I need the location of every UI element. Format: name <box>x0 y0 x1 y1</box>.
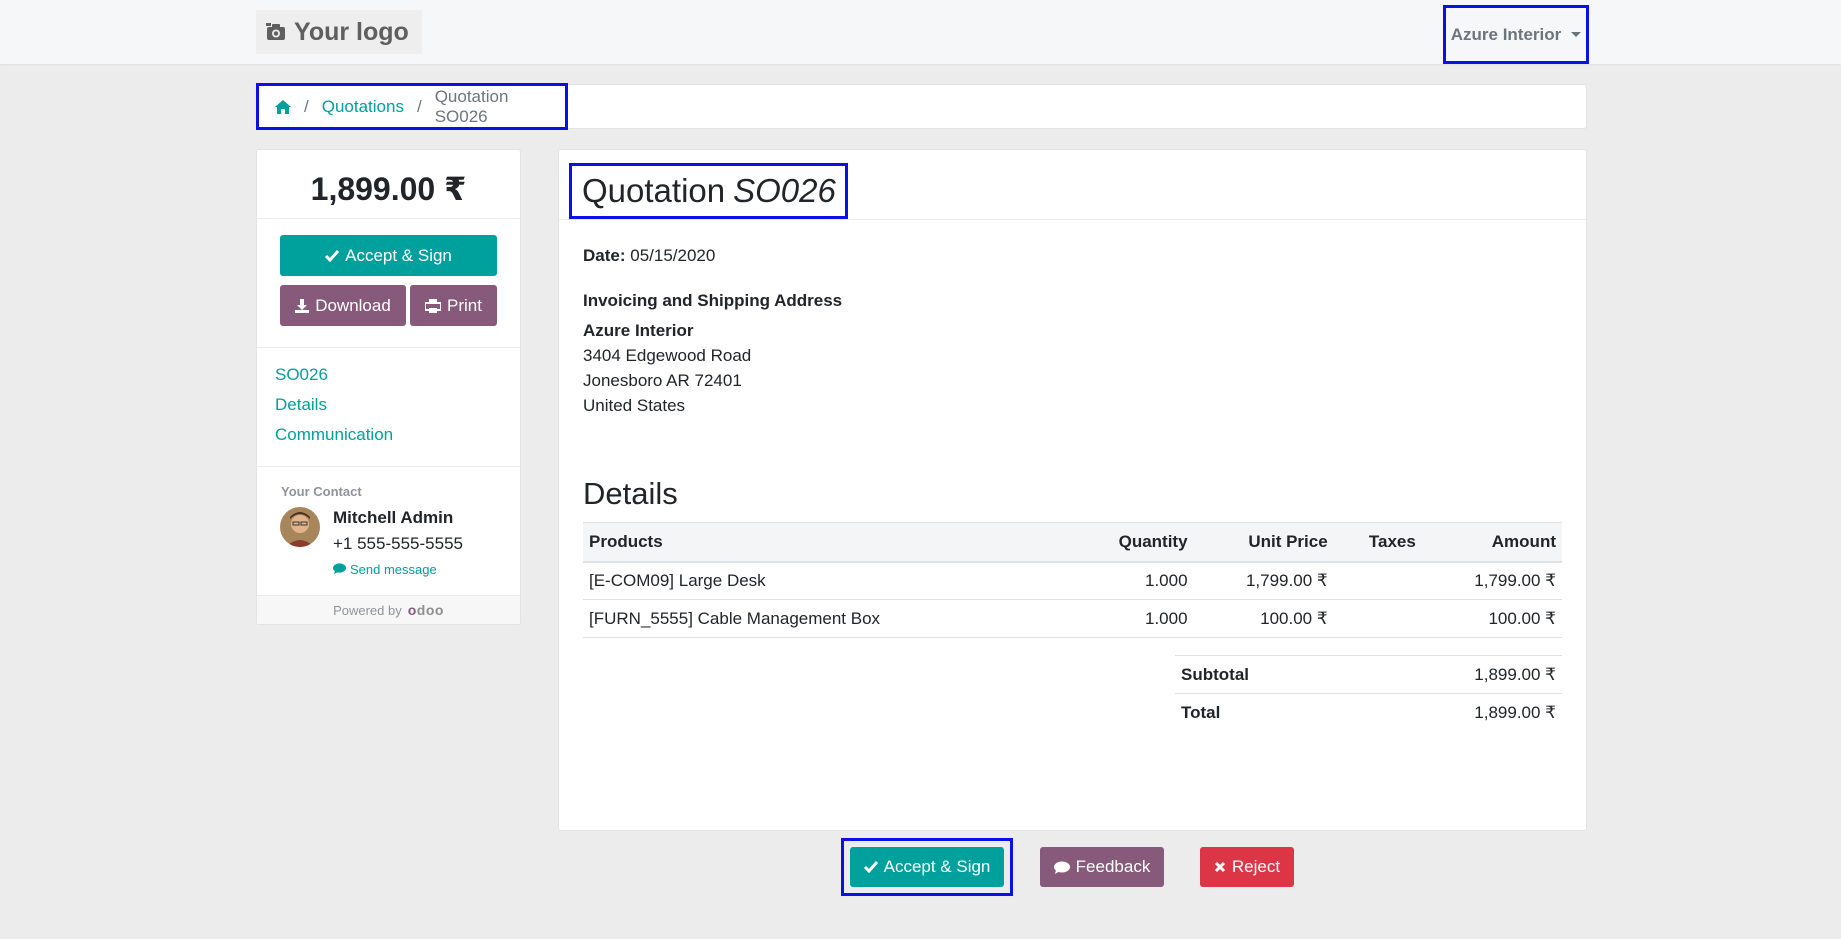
cell-amount: 100.00 ₹ <box>1421 599 1562 638</box>
subtotal-label: Subtotal <box>1175 655 1354 694</box>
cell-amount: 1,799.00 ₹ <box>1421 561 1562 600</box>
powered-by-footer: Powered by odoo <box>257 595 520 624</box>
company-logo[interactable]: Your logo <box>256 10 422 54</box>
cell-quantity: 1.000 <box>1072 561 1194 600</box>
check-icon <box>863 861 878 873</box>
breadcrumb-current: Quotation SO026 <box>434 86 509 126</box>
total-row: Total 1,899.00 ₹ <box>1175 693 1562 732</box>
print-icon <box>425 298 442 313</box>
avatar <box>280 507 320 547</box>
cell-product: [FURN_5555] Cable Management Box <box>583 599 1073 638</box>
reject-button[interactable]: Reject <box>1200 847 1294 887</box>
breadcrumb-separator: / <box>304 96 309 116</box>
accept-sign-label: Accept & Sign <box>883 857 991 876</box>
title-prefix: Quotation <box>582 172 726 209</box>
send-message-label: Send message <box>350 562 437 577</box>
cell-taxes <box>1333 561 1422 600</box>
subtotal-value: 1,899.00 ₹ <box>1353 655 1562 694</box>
download-icon <box>295 298 310 313</box>
divider <box>257 466 520 467</box>
comment-icon <box>1053 861 1070 874</box>
address-name: Azure Interior <box>583 321 694 340</box>
print-label: Print <box>447 295 482 315</box>
col-amount: Amount <box>1421 522 1562 563</box>
user-menu-label: Azure Interior <box>1450 24 1562 44</box>
date-line: Date: 05/15/2020 <box>583 246 715 266</box>
feedback-label: Feedback <box>1075 857 1151 876</box>
col-products: Products <box>583 522 1073 563</box>
subtotal-row: Subtotal 1,899.00 ₹ <box>1175 655 1562 694</box>
divider <box>559 219 1586 220</box>
divider <box>257 218 520 219</box>
sidebar-nav-communication[interactable]: Communication <box>275 425 393 445</box>
date-label: Date: <box>583 246 626 265</box>
table-row: [E-COM09] Large Desk 1.000 1,799.00 ₹ 1,… <box>583 561 1562 600</box>
sidebar-total-amount: 1,899.00 ₹ <box>310 171 467 207</box>
page-title: Quotation SO026 <box>569 163 848 219</box>
accept-sign-button[interactable]: Accept & Sign <box>850 847 1004 887</box>
col-quantity: Quantity <box>1072 522 1194 563</box>
cell-unit-price: 1,799.00 ₹ <box>1193 561 1334 600</box>
accept-sign-label: Accept & Sign <box>345 245 452 265</box>
address-line: United States <box>583 396 686 415</box>
sidebar-nav-so026[interactable]: SO026 <box>275 365 328 385</box>
powered-by-text: Powered by <box>333 602 402 618</box>
address-heading: Invoicing and Shipping Address <box>583 291 843 310</box>
print-button[interactable]: Print <box>410 285 497 326</box>
cell-product: [E-COM09] Large Desk <box>583 561 1073 600</box>
breadcrumb: / Quotations / Quotation SO026 <box>256 83 568 130</box>
details-heading: Details <box>583 476 678 511</box>
title-number: SO026 <box>733 172 836 209</box>
totals-table: Subtotal 1,899.00 ₹ Total 1,899.00 ₹ <box>1175 655 1562 732</box>
odoo-logo-rest: doo <box>416 602 444 618</box>
feedback-button[interactable]: Feedback <box>1040 847 1164 887</box>
cell-quantity: 1.000 <box>1072 599 1194 638</box>
download-label: Download <box>315 295 391 315</box>
col-unit-price: Unit Price <box>1193 522 1334 563</box>
total-value: 1,899.00 ₹ <box>1353 693 1562 732</box>
check-icon <box>325 249 340 262</box>
top-navbar: Your logo Azure Interior <box>0 0 1841 64</box>
date-value: 05/15/2020 <box>630 246 716 265</box>
odoo-logo[interactable]: odoo <box>408 602 444 618</box>
quotation-sidebar: 1,899.00 ₹ Accept & Sign Download Print … <box>256 149 521 625</box>
send-message-link[interactable]: Send message <box>333 562 437 577</box>
order-lines-table: Products Quantity Unit Price Taxes Amoun… <box>583 522 1562 638</box>
breadcrumb-separator: / <box>416 96 422 116</box>
table-header-row: Products Quantity Unit Price Taxes Amoun… <box>583 522 1562 563</box>
divider <box>257 347 520 348</box>
address-line: 3404 Edgewood Road <box>583 346 752 365</box>
contact-phone: +1 555-555-5555 <box>333 534 463 553</box>
user-menu-dropdown[interactable]: Azure Interior <box>1443 5 1589 64</box>
sidebar-nav-details[interactable]: Details <box>275 395 327 415</box>
home-icon[interactable] <box>275 99 291 114</box>
breadcrumb-quotations-link[interactable]: Quotations <box>322 97 404 117</box>
sidebar-accept-sign-button[interactable]: Accept & Sign <box>280 235 497 276</box>
logo-text: Your logo <box>294 17 409 46</box>
address-line: Jonesboro AR 72401 <box>583 371 742 390</box>
quotation-content: Quotation SO026 Date: 05/15/2020 Invoici… <box>558 149 1587 831</box>
col-taxes: Taxes <box>1333 522 1422 563</box>
comment-icon <box>333 562 346 577</box>
contact-section-title: Your Contact <box>281 484 362 499</box>
contact-name: Mitchell Admin <box>333 508 454 527</box>
cell-taxes <box>1333 599 1422 638</box>
table-row: [FURN_5555] Cable Management Box 1.000 1… <box>583 599 1562 638</box>
camera-icon <box>266 23 286 41</box>
reject-label: Reject <box>1231 857 1281 876</box>
caret-down-icon <box>1571 32 1582 37</box>
cell-unit-price: 100.00 ₹ <box>1193 599 1334 638</box>
close-icon <box>1214 861 1226 873</box>
total-label: Total <box>1175 693 1354 732</box>
download-button[interactable]: Download <box>280 285 406 326</box>
